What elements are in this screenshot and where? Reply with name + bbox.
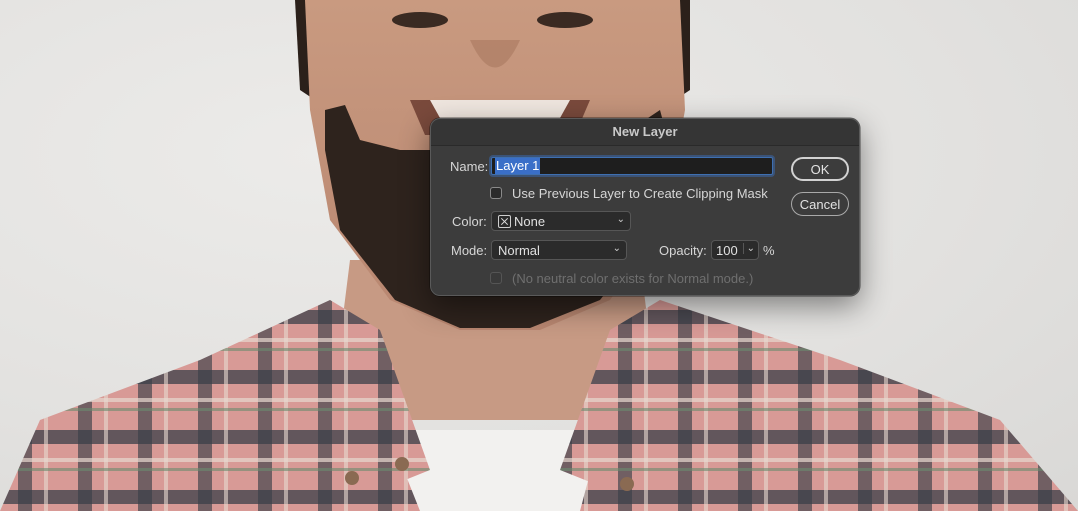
opacity-field[interactable]: 100 ⌄ [711,240,759,260]
opacity-label: Opacity: [659,243,707,258]
chevron-down-icon: ⌄ [616,214,625,225]
layer-name-input[interactable]: Layer 1 [491,157,773,175]
ok-button[interactable]: OK [791,157,849,181]
new-layer-dialog: New Layer Name: Layer 1 Use Previous Lay… [430,118,860,296]
cancel-button[interactable]: Cancel [791,192,849,216]
mode-select[interactable]: Normal ⌄ [491,240,627,260]
clipping-mask-checkbox[interactable] [490,187,502,199]
mode-select-value: Normal [498,242,540,258]
name-label: Name: [450,159,489,174]
neutral-color-checkbox [490,272,502,284]
no-color-icon [498,214,511,228]
chevron-down-icon: ⌄ [612,243,621,254]
color-select[interactable]: None ⌄ [491,211,631,231]
neutral-color-label: (No neutral color exists for Normal mode… [512,271,754,286]
color-select-value: None [514,213,546,229]
chevron-down-icon[interactable]: ⌄ [742,243,755,254]
clipping-mask-label: Use Previous Layer to Create Clipping Ma… [512,186,768,201]
dialog-title: New Layer [431,119,859,146]
layer-name-value: Layer 1 [495,158,541,174]
opacity-value: 100 [716,242,738,258]
opacity-unit: % [763,243,775,258]
mode-label: Mode: [451,243,488,258]
color-label: Color: [452,214,487,229]
